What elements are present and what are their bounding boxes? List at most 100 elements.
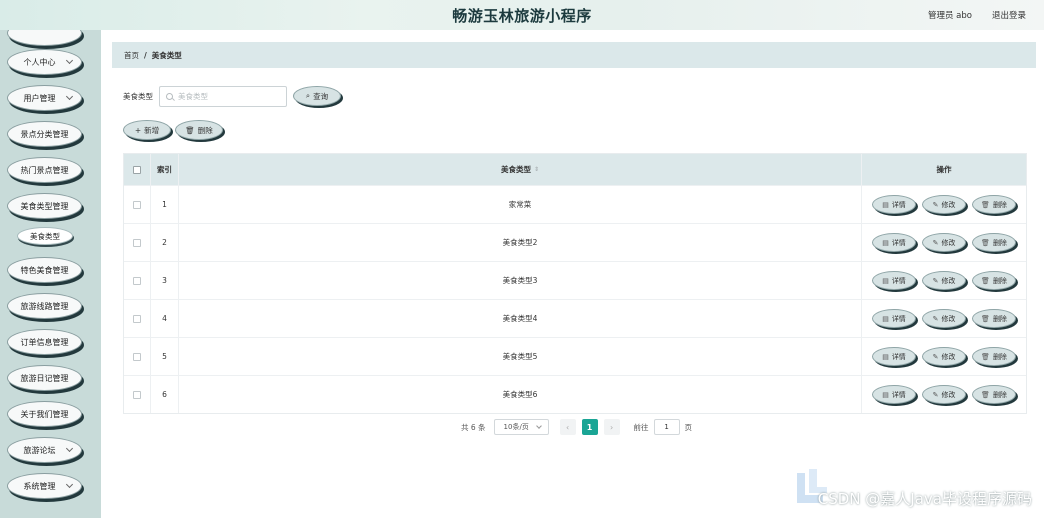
- search-icon: [166, 92, 173, 100]
- edit-button[interactable]: ✎ 修改: [922, 385, 966, 404]
- delete-button[interactable]: 🗑 删除: [972, 309, 1016, 328]
- search-placeholder: 美食类型: [178, 91, 208, 101]
- sidebar-subitem-label: 美食类型: [30, 231, 60, 241]
- header-food-type[interactable]: 美食类型 ⇕: [179, 154, 862, 185]
- sidebar-item-label: 景点分类管理: [20, 129, 69, 139]
- delete-button[interactable]: 🗑 删除: [972, 233, 1016, 252]
- query-button-label: 查询: [313, 91, 329, 101]
- sort-icon[interactable]: ⇕: [534, 166, 539, 173]
- edit-button-label: 修改: [941, 314, 956, 323]
- sidebar-item-travel-routes[interactable]: 旅游线路管理: [7, 293, 82, 319]
- trash-icon: 🗑: [981, 390, 990, 399]
- row-food-type: 美食类型4: [179, 300, 862, 337]
- select-all-checkbox[interactable]: [133, 165, 141, 174]
- batch-delete-button[interactable]: 🗑 删除: [175, 120, 223, 140]
- sidebar-item-specialty-food[interactable]: 特色美食管理: [7, 257, 82, 283]
- detail-button[interactable]: ▤ 详情: [872, 347, 916, 366]
- detail-button[interactable]: ▤ 详情: [872, 233, 916, 252]
- row-checkbox[interactable]: [133, 390, 141, 399]
- delete-button-label: 删除: [992, 352, 1007, 361]
- sidebar-item-hidden-top[interactable]: [7, 30, 82, 46]
- delete-button[interactable]: 🗑 删除: [972, 195, 1016, 214]
- sidebar-item-label: 系统管理: [23, 481, 56, 491]
- goto-label: 前往: [633, 422, 649, 432]
- row-food-type: 美食类型5: [179, 338, 862, 375]
- row-ops: ▤ 详情 ✎ 修改 🗑 删除: [862, 338, 1026, 375]
- trash-icon: 🗑: [981, 238, 990, 247]
- pencil-icon: ✎: [932, 276, 939, 285]
- row-ops: ▤ 详情 ✎ 修改 🗑 删除: [862, 376, 1026, 413]
- trash-icon: 🗑: [981, 276, 990, 285]
- document-icon: ▤: [882, 238, 889, 247]
- breadcrumb-home[interactable]: 首页: [124, 50, 139, 61]
- detail-button-label: 详情: [891, 390, 906, 399]
- edit-button[interactable]: ✎ 修改: [922, 347, 966, 366]
- prev-page-button[interactable]: ‹: [559, 419, 576, 435]
- document-icon: ▤: [882, 276, 889, 285]
- table-row: 3 美食类型3 ▤ 详情 ✎ 修改 🗑 删除: [124, 261, 1026, 299]
- sidebar-item-about-us[interactable]: 关于我们管理: [7, 401, 82, 427]
- detail-button[interactable]: ▤ 详情: [872, 385, 916, 404]
- page-size-select[interactable]: 10条/页: [493, 419, 549, 435]
- total-count: 共 6 条: [461, 422, 486, 432]
- add-button[interactable]: + 新增: [123, 120, 171, 140]
- pencil-icon: ✎: [932, 390, 939, 399]
- row-index: 3: [151, 262, 179, 299]
- add-button-label: 新增: [144, 125, 160, 135]
- sidebar-item-food-type[interactable]: 美食类型管理: [7, 193, 82, 219]
- trash-icon: 🗑: [981, 314, 990, 323]
- search-icon: ⌕: [305, 91, 311, 100]
- detail-button[interactable]: ▤ 详情: [872, 309, 916, 328]
- sidebar-item-forum[interactable]: 旅游论坛: [7, 437, 82, 463]
- row-checkbox[interactable]: [133, 200, 141, 209]
- row-checkbox[interactable]: [133, 276, 141, 285]
- query-button[interactable]: ⌕ 查询: [293, 86, 341, 106]
- sidebar-item-orders[interactable]: 订单信息管理: [7, 329, 82, 355]
- sidebar-item-system[interactable]: 系统管理: [7, 473, 82, 499]
- next-page-button[interactable]: ›: [603, 419, 620, 435]
- sidebar-item-travel-diary[interactable]: 旅游日记管理: [7, 365, 82, 391]
- pencil-icon: ✎: [932, 314, 939, 323]
- sidebar: 个人中心 用户管理 景点分类管理 热门景点管理 美食类型管理 美食类型 特色美食…: [0, 30, 101, 518]
- trash-icon: 🗑: [981, 352, 990, 361]
- logout-link[interactable]: 退出登录: [992, 9, 1026, 21]
- header-index: 索引: [151, 154, 179, 185]
- edit-button[interactable]: ✎ 修改: [922, 233, 966, 252]
- row-food-type: 美食类型2: [179, 224, 862, 261]
- detail-button[interactable]: ▤ 详情: [872, 195, 916, 214]
- delete-button[interactable]: 🗑 删除: [972, 385, 1016, 404]
- sidebar-item-hot-scenic[interactable]: 热门景点管理: [7, 157, 82, 183]
- delete-button[interactable]: 🗑 删除: [972, 347, 1016, 366]
- sidebar-subitem-food-type[interactable]: 美食类型: [17, 227, 73, 245]
- food-type-table: 索引 美食类型 ⇕ 操作 1 家常菜 ▤ 详情 ✎ 修改 🗑 删除 2 美食类型2 ▤…: [123, 153, 1027, 414]
- search-row: 美食类型 美食类型 ⌕ 查询: [123, 85, 341, 107]
- edit-button[interactable]: ✎ 修改: [922, 271, 966, 290]
- table-row: 2 美食类型2 ▤ 详情 ✎ 修改 🗑 删除: [124, 223, 1026, 261]
- watermark-text: CSDN @嘉人Java毕设程序源码: [817, 490, 1032, 508]
- page-number-button[interactable]: 1: [581, 419, 598, 435]
- sidebar-item-personal-center[interactable]: 个人中心: [7, 49, 82, 75]
- table-row: 6 美食类型6 ▤ 详情 ✎ 修改 🗑 删除: [124, 375, 1026, 413]
- row-food-type: 美食类型6: [179, 376, 862, 413]
- row-checkbox[interactable]: [133, 352, 141, 361]
- delete-button-label: 删除: [992, 276, 1007, 285]
- row-ops: ▤ 详情 ✎ 修改 🗑 删除: [862, 262, 1026, 299]
- row-checkbox-cell: [124, 262, 151, 299]
- row-checkbox[interactable]: [133, 314, 141, 323]
- goto-page-input[interactable]: 1: [653, 419, 680, 435]
- detail-button[interactable]: ▤ 详情: [872, 271, 916, 290]
- row-checkbox[interactable]: [133, 238, 141, 247]
- trash-icon: 🗑: [185, 125, 195, 135]
- app-title: 畅游玉林旅游小程序: [452, 7, 592, 25]
- chevron-right-icon: ›: [609, 422, 614, 432]
- edit-button[interactable]: ✎ 修改: [922, 309, 966, 328]
- sidebar-item-user-management[interactable]: 用户管理: [7, 85, 82, 111]
- row-index: 4: [151, 300, 179, 337]
- edit-button[interactable]: ✎ 修改: [922, 195, 966, 214]
- search-input[interactable]: 美食类型: [159, 85, 287, 107]
- delete-button[interactable]: 🗑 删除: [972, 271, 1016, 290]
- sidebar-item-label: 用户管理: [23, 93, 56, 103]
- row-checkbox-cell: [124, 300, 151, 337]
- top-header: 畅游玉林旅游小程序 管理员 abo 退出登录: [0, 0, 1044, 30]
- sidebar-item-scenic-category[interactable]: 景点分类管理: [7, 121, 82, 147]
